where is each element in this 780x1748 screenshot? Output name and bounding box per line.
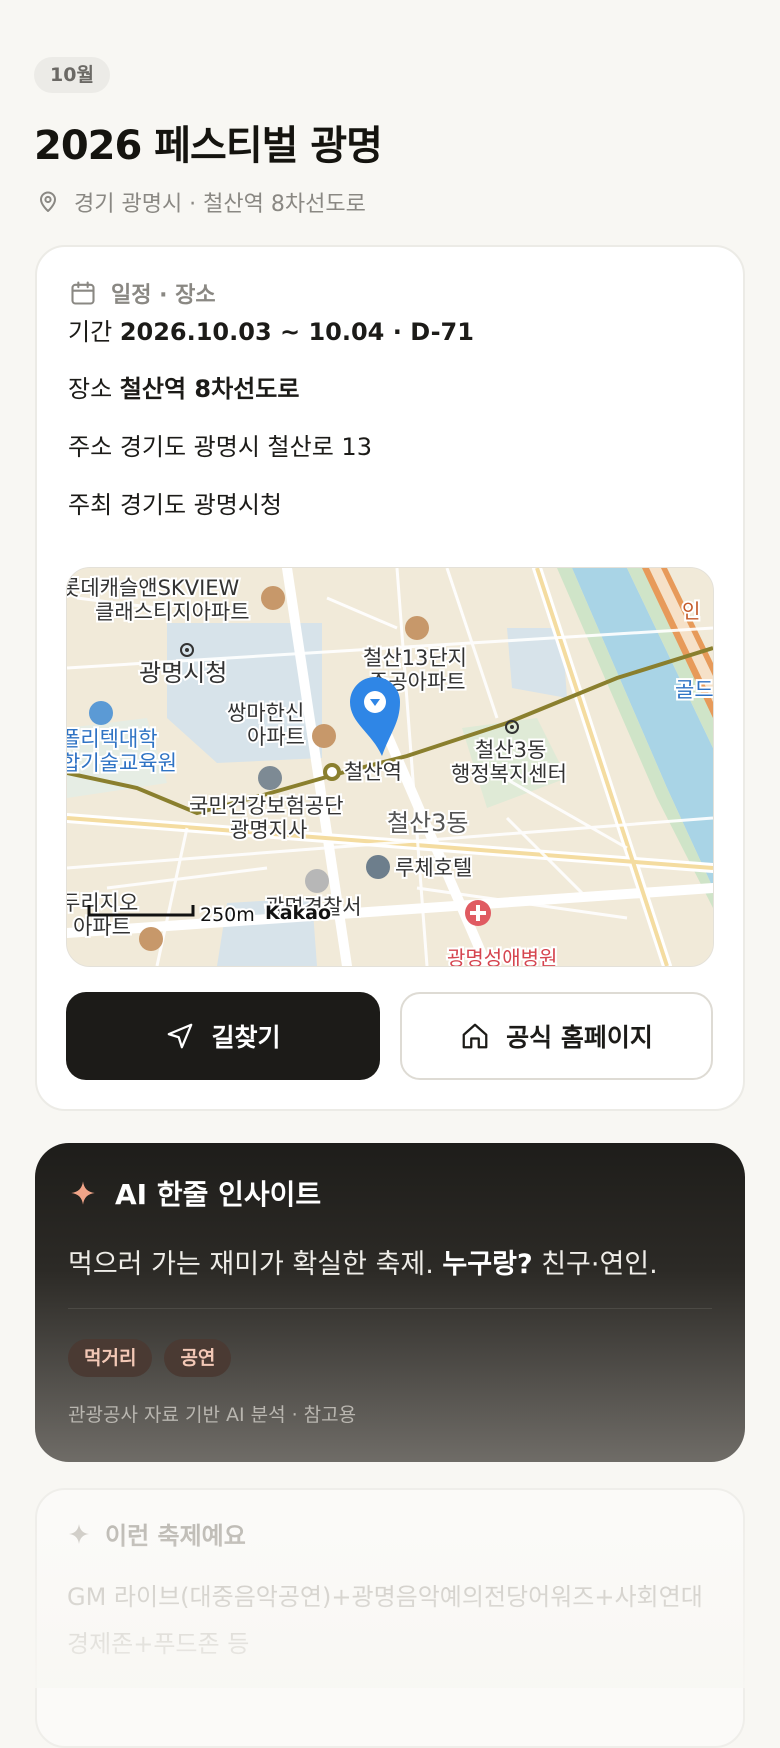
ai-text-bold: 누구랑? — [442, 1249, 533, 1280]
venue-row: 장소 철산역 8차선도로 — [68, 369, 299, 404]
calendar-icon — [71, 281, 95, 305]
map-label: 국민건강보험공단 — [189, 794, 344, 818]
divider — [68, 1308, 712, 1309]
description-text: GM 라이브(대중음악공연)+광명음악예의전당어워즈+사회연대경제존+푸드존 등 — [67, 1583, 703, 1658]
home-icon — [462, 1023, 488, 1049]
festival-detail-page: 10월 2026 페스티벌 광명 경기 광명시 · 철산역 8차선도로 일정 ·… — [0, 0, 780, 1748]
host-value: 경기도 광명시청 — [119, 491, 283, 519]
description-heading: 이런 축제예요 — [67, 1516, 246, 1551]
directions-button[interactable]: 길찾기 — [66, 992, 380, 1080]
map-label: 철산역 — [344, 760, 402, 784]
schedule-venue-card: 일정 · 장소 기간 2026.10.03 ~ 10.04 · D-71 장소 … — [35, 245, 745, 1111]
map-label: 인 — [682, 599, 700, 623]
map-label: 골드 — [675, 678, 713, 702]
ai-text-part: 먹으러 가는 재미가 확실한 축제. — [68, 1249, 443, 1280]
address-value: 경기도 광명시 철산로 13 — [119, 433, 372, 461]
map-label: 광명성애병원 — [447, 946, 557, 966]
venue-value: 철산역 8차선도로 — [119, 375, 300, 403]
map-label: 행정복지센터 — [451, 762, 567, 786]
page-title: 2026 페스티벌 광명 — [34, 123, 383, 169]
period-row: 기간 2026.10.03 ~ 10.04 · D-71 — [68, 312, 474, 347]
map-brand-logo: Kakao — [265, 902, 331, 924]
location-row: 경기 광명시 · 철산역 8차선도로 — [36, 186, 366, 218]
map-label: 쌍마한신 — [227, 701, 304, 725]
ai-text-part: 친구·연인. — [532, 1249, 658, 1280]
hospital-poi-icon — [465, 900, 491, 926]
map-label: 광명지사 — [230, 818, 307, 842]
tag-list: 먹거리 공연 — [68, 1339, 232, 1377]
card-heading-text: 일정 · 장소 — [111, 283, 216, 308]
month-badge: 10월 — [34, 57, 110, 93]
map-canvas[interactable]: 롯데캐슬앤SKVIEW 클래스티지아파트 광명시청 철산13단지 주공아파트 쌍… — [67, 568, 713, 966]
map-label: 클래스티지아파트 — [95, 600, 250, 624]
festival-description-card: 이런 축제예요 GM 라이브(대중음악공연)+광명음악예의전당어워즈+사회연대경… — [35, 1488, 745, 1748]
official-homepage-button[interactable]: 공식 홈페이지 — [400, 992, 713, 1080]
map-label: 철산3동 — [387, 809, 469, 837]
address-label: 주소 — [68, 433, 113, 461]
map-label: 아파트 — [247, 725, 305, 749]
host-label: 주최 — [68, 491, 113, 519]
tag-performance: 공연 — [164, 1339, 232, 1377]
card-heading: 일정 · 장소 — [69, 277, 216, 309]
sparkle-icon — [69, 1523, 89, 1544]
map-pin-icon — [40, 191, 56, 212]
map-label: 합기술교육원 — [67, 751, 177, 775]
host-row: 주최 경기도 광명시청 — [68, 485, 282, 520]
map-label: 광명시청 — [139, 659, 227, 687]
ai-insight-heading: AI 한줄 인사이트 — [69, 1173, 321, 1213]
period-label: 기간 — [68, 318, 113, 346]
venue-label: 장소 — [68, 375, 113, 403]
ai-insight-card: AI 한줄 인사이트 먹으러 가는 재미가 확실한 축제. 누구랑? 친구·연인… — [35, 1143, 745, 1462]
map-label: 폴리텍대학 — [67, 727, 158, 751]
school-poi-icon — [89, 701, 113, 725]
hotel-poi-icon — [366, 855, 390, 879]
ai-insight-title: AI 한줄 인사이트 — [115, 1178, 322, 1211]
location-text: 경기 광명시 · 철산역 8차선도로 — [74, 192, 366, 217]
tag-food: 먹거리 — [68, 1339, 153, 1377]
ai-insight-text: 먹으러 가는 재미가 확실한 축제. 누구랑? 친구·연인. — [68, 1242, 658, 1281]
navigation-arrow-icon — [168, 1023, 193, 1049]
location-map[interactable]: 롯데캐슬앤SKVIEW 클래스티지아파트 광명시청 철산13단지 주공아파트 쌍… — [66, 567, 714, 967]
official-homepage-button-label: 공식 홈페이지 — [506, 1023, 653, 1052]
sparkle-icon — [71, 1181, 95, 1205]
station-marker-icon — [323, 763, 341, 781]
map-label: 루체호텔 — [395, 856, 472, 880]
description-title: 이런 축제예요 — [105, 1522, 246, 1550]
map-label: 철산3동 — [475, 738, 546, 762]
map-label: 두리지오 — [67, 891, 138, 915]
map-label: 롯데캐슬앤SKVIEW — [67, 576, 240, 600]
building-poi-icon — [258, 766, 282, 790]
police-poi-icon — [305, 869, 329, 893]
address-row: 주소 경기도 광명시 철산로 13 — [68, 427, 372, 462]
ai-disclaimer: 관광공사 자료 기반 AI 분석 · 참고용 — [68, 1404, 357, 1426]
map-label: 아파트 — [73, 915, 131, 939]
period-value: 2026.10.03 ~ 10.04 · D-71 — [119, 318, 474, 346]
directions-button-label: 길찾기 — [211, 1023, 281, 1052]
svg-text:250m: 250m — [200, 904, 255, 926]
map-label: 철산13단지 — [363, 646, 467, 670]
